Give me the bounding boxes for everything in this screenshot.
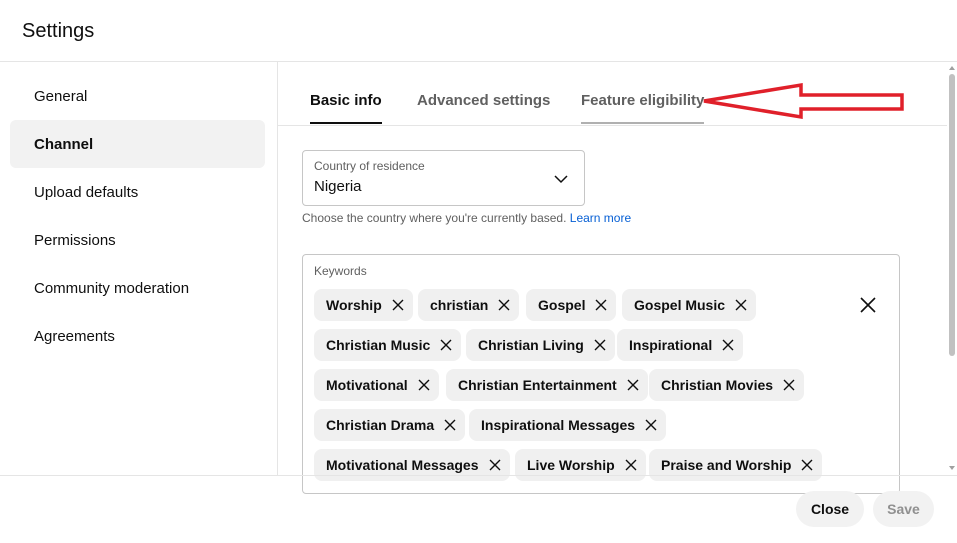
- sidebar-item-upload-defaults[interactable]: Upload defaults: [10, 168, 265, 216]
- sidebar-item-general[interactable]: General: [10, 72, 265, 120]
- keyword-chip-label: Motivational Messages: [326, 457, 479, 473]
- header-divider: [0, 61, 957, 62]
- keyword-chip: Inspirational Messages: [469, 409, 667, 441]
- keyword-chip-label: Gospel: [538, 297, 586, 313]
- keywords-label: Keywords: [314, 264, 367, 278]
- country-helper-text: Choose the country where you're currentl…: [302, 211, 631, 225]
- keyword-chip: christian: [418, 289, 520, 321]
- keyword-chip: Gospel: [526, 289, 617, 321]
- close-icon[interactable]: [721, 338, 735, 352]
- hover-tab-indicator: [581, 122, 705, 124]
- tabs-divider: [278, 125, 947, 126]
- close-icon[interactable]: [594, 298, 608, 312]
- tab-feature-eligibility[interactable]: Feature eligibility: [581, 92, 705, 126]
- sidebar-item-label: Upload defaults: [34, 183, 139, 201]
- country-select-value: Nigeria: [314, 178, 362, 195]
- close-icon[interactable]: [497, 298, 511, 312]
- keyword-chip: Inspirational: [617, 329, 744, 361]
- keyword-chip-label: Christian Music: [326, 337, 431, 353]
- country-helper-message: Choose the country where you're currentl…: [302, 211, 567, 225]
- close-icon[interactable]: [417, 378, 431, 392]
- keyword-chip: Christian Movies: [649, 369, 805, 401]
- keyword-chip-label: Inspirational Messages: [481, 417, 636, 433]
- save-button[interactable]: Save: [873, 491, 934, 527]
- keyword-chip: Praise and Worship: [649, 449, 823, 481]
- sidebar-item-label: Channel: [34, 135, 94, 153]
- sidebar-item-label: General: [34, 87, 88, 105]
- keyword-chip-label: Christian Movies: [661, 377, 774, 393]
- tab-label: Feature eligibility: [581, 92, 705, 109]
- close-button[interactable]: Close: [796, 491, 864, 527]
- keyword-chip-label: Praise and Worship: [661, 457, 792, 473]
- tab-label: Advanced settings: [417, 92, 551, 109]
- keyword-chip-label: Motivational: [326, 377, 408, 393]
- keyword-chip-label: Christian Entertainment: [458, 377, 617, 393]
- keyword-chip: Christian Drama: [314, 409, 466, 441]
- keywords-field[interactable]: Keywords Worship christian Gospel Gospel…: [302, 254, 900, 494]
- keyword-chip-label: Christian Living: [478, 337, 584, 353]
- country-select[interactable]: Country of residence Nigeria: [302, 150, 585, 206]
- sidebar-item-permissions[interactable]: Permissions: [10, 216, 265, 264]
- country-select-label: Country of residence: [314, 159, 425, 173]
- close-icon[interactable]: [391, 298, 405, 312]
- learn-more-link[interactable]: Learn more: [570, 211, 631, 225]
- tab-label: Basic info: [310, 92, 382, 109]
- keyword-chip: Motivational: [314, 369, 439, 401]
- sidebar-divider: [277, 62, 278, 475]
- tab-advanced-settings[interactable]: Advanced settings: [417, 92, 550, 126]
- close-icon[interactable]: [593, 338, 607, 352]
- close-icon[interactable]: [624, 458, 638, 472]
- close-icon[interactable]: [626, 378, 640, 392]
- keyword-chip: Worship: [314, 289, 413, 321]
- keyword-chip: Live Worship: [515, 449, 646, 481]
- close-icon[interactable]: [782, 378, 796, 392]
- close-icon[interactable]: [734, 298, 748, 312]
- close-icon[interactable]: [800, 458, 814, 472]
- keyword-chip: Christian Music: [314, 329, 462, 361]
- keyword-chip-label: christian: [430, 297, 489, 313]
- scroll-up-arrow-icon[interactable]: [949, 66, 955, 70]
- keyword-chip-label: Inspirational: [629, 337, 713, 353]
- close-icon[interactable]: [439, 338, 453, 352]
- sidebar-item-label: Agreements: [34, 327, 115, 345]
- close-icon[interactable]: [644, 418, 658, 432]
- sidebar-item-community-moderation[interactable]: Community moderation: [10, 264, 265, 312]
- chevron-down-icon: [554, 175, 568, 184]
- footer-divider: [0, 475, 957, 476]
- keyword-chip: Motivational Messages: [314, 449, 510, 481]
- close-icon[interactable]: [443, 418, 457, 432]
- close-icon[interactable]: [488, 458, 502, 472]
- settings-dialog: Settings General Channel Upload defaults…: [0, 0, 957, 543]
- keyword-chip-label: Live Worship: [527, 457, 615, 473]
- scroll-down-arrow-icon[interactable]: [949, 466, 955, 470]
- keyword-chip: Christian Living: [466, 329, 615, 361]
- keyword-chip: Gospel Music: [622, 289, 757, 321]
- active-tab-indicator: [310, 122, 382, 124]
- keyword-chip-label: Christian Drama: [326, 417, 435, 433]
- scrollbar-thumb[interactable]: [949, 74, 955, 356]
- tab-basic-info[interactable]: Basic info: [310, 92, 382, 126]
- keyword-chip: Christian Entertainment: [446, 369, 648, 401]
- clear-keywords-icon[interactable]: [859, 296, 877, 314]
- keyword-chip-label: Worship: [326, 297, 382, 313]
- sidebar-item-label: Permissions: [34, 231, 116, 249]
- sidebar-item-label: Community moderation: [34, 279, 190, 297]
- annotation-arrow: [703, 82, 904, 120]
- dialog-title: Settings: [22, 20, 95, 42]
- sidebar-item-agreements[interactable]: Agreements: [10, 312, 265, 360]
- sidebar-item-channel[interactable]: Channel: [10, 120, 265, 168]
- keyword-chip-label: Gospel Music: [634, 297, 726, 313]
